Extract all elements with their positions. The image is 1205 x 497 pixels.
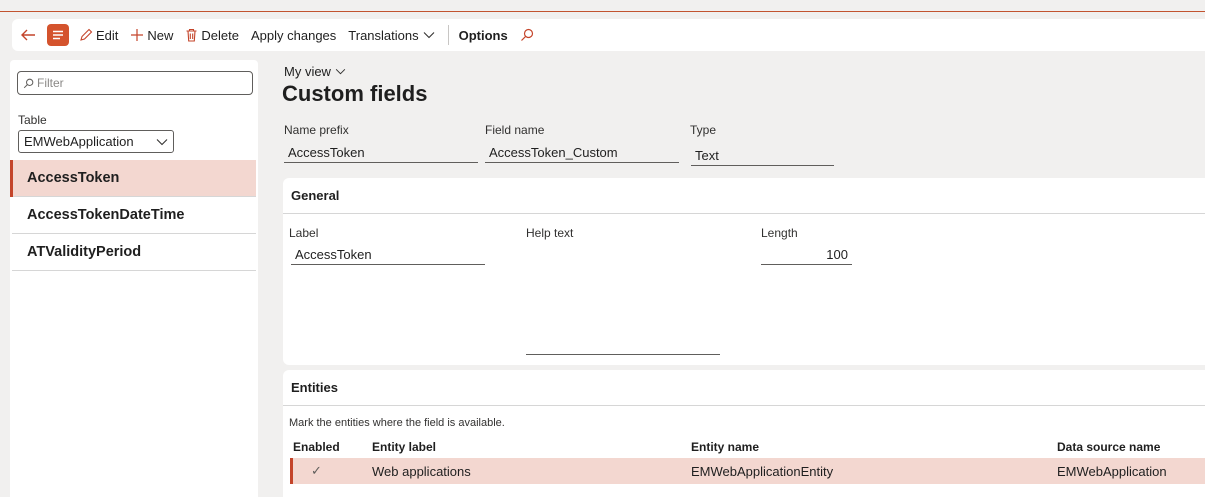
view-label: My view bbox=[284, 64, 331, 79]
filter-placeholder: Filter bbox=[37, 76, 64, 90]
column-header-entity-name[interactable]: Entity name bbox=[691, 440, 759, 454]
toolbar-separator bbox=[447, 25, 449, 45]
chevron-down-icon bbox=[156, 138, 168, 145]
entities-header[interactable]: Entities bbox=[283, 370, 1205, 406]
delete-button[interactable]: Delete bbox=[179, 19, 245, 51]
field-list: AccessToken AccessTokenDateTime ATValidi… bbox=[10, 160, 258, 271]
chevron-down-icon bbox=[335, 68, 346, 75]
enabled-checkbox[interactable]: ✓ bbox=[311, 463, 322, 479]
label-field[interactable]: AccessToken bbox=[291, 243, 485, 265]
back-arrow-icon bbox=[21, 29, 35, 41]
back-button[interactable] bbox=[12, 19, 45, 51]
page-title: Custom fields bbox=[282, 81, 428, 106]
new-label: New bbox=[147, 27, 174, 43]
name-prefix-label: Name prefix bbox=[284, 123, 349, 137]
delete-label: Delete bbox=[201, 27, 239, 43]
list-item-label: AccessToken bbox=[27, 170, 120, 186]
length-value: 100 bbox=[826, 247, 848, 262]
pencil-icon bbox=[80, 28, 93, 41]
name-prefix-value: AccessToken bbox=[288, 145, 365, 160]
filter-input[interactable]: Filter bbox=[17, 71, 253, 95]
hamburger-icon bbox=[53, 30, 63, 40]
list-item[interactable]: AccessToken bbox=[10, 160, 256, 197]
entities-instruction: Mark the entities where the field is ava… bbox=[289, 417, 505, 429]
general-header-label: General bbox=[291, 188, 340, 203]
field-name-field[interactable]: AccessToken_Custom bbox=[485, 141, 679, 163]
label-field-value: AccessToken bbox=[295, 247, 372, 262]
list-item[interactable]: ATValidityPeriod bbox=[12, 234, 256, 271]
column-header-entity-label[interactable]: Entity label bbox=[372, 440, 436, 454]
translations-menu[interactable]: Translations bbox=[342, 19, 443, 51]
help-text-label: Help text bbox=[526, 226, 574, 240]
entity-label-cell: Web applications bbox=[372, 463, 471, 479]
general-fasttab: General bbox=[283, 178, 1205, 365]
column-header-enabled[interactable]: Enabled bbox=[293, 440, 340, 454]
table-select-value: EMWebApplication bbox=[24, 134, 134, 149]
list-item[interactable]: AccessTokenDateTime bbox=[12, 197, 256, 234]
new-button[interactable]: New bbox=[124, 19, 179, 51]
options-label: Options bbox=[458, 27, 508, 43]
search-icon bbox=[520, 28, 533, 41]
column-header-data-source[interactable]: Data source name bbox=[1057, 440, 1160, 454]
trash-icon bbox=[186, 28, 197, 42]
left-navigation-pane: Filter Table EMWebApplication AccessToke… bbox=[10, 60, 258, 497]
entities-header-label: Entities bbox=[291, 380, 338, 395]
translations-label: Translations bbox=[348, 27, 419, 43]
search-icon bbox=[23, 78, 34, 88]
view-selector[interactable]: My view bbox=[284, 64, 346, 79]
action-pane: Edit New Delete Apply changes Translatio… bbox=[12, 19, 1205, 51]
length-label: Length bbox=[761, 226, 798, 240]
label-field-label: Label bbox=[289, 226, 319, 240]
search-button[interactable] bbox=[514, 19, 543, 51]
edit-label: Edit bbox=[96, 27, 119, 43]
field-name-label: Field name bbox=[485, 123, 545, 137]
apply-changes-button[interactable]: Apply changes bbox=[245, 19, 342, 51]
type-label: Type bbox=[690, 123, 717, 137]
options-tab[interactable]: Options bbox=[453, 19, 514, 51]
list-item-label: AccessTokenDateTime bbox=[27, 207, 185, 223]
general-header[interactable]: General bbox=[283, 178, 1205, 214]
top-accent-line bbox=[0, 0, 1205, 12]
menu-button[interactable] bbox=[47, 24, 69, 46]
table-row[interactable]: ✓ Web applications EMWebApplicationEntit… bbox=[290, 458, 1205, 484]
name-prefix-field[interactable]: AccessToken bbox=[284, 141, 478, 163]
data-source-cell: EMWebApplication bbox=[1057, 463, 1167, 479]
grid-header-row: Enabled Entity label Entity name Data so… bbox=[290, 434, 1205, 460]
edit-button[interactable]: Edit bbox=[73, 19, 124, 51]
length-field[interactable]: 100 bbox=[761, 243, 852, 265]
apply-changes-label: Apply changes bbox=[251, 27, 337, 43]
plus-icon bbox=[131, 29, 144, 41]
field-name-value: AccessToken_Custom bbox=[489, 145, 618, 160]
type-value: Text bbox=[695, 148, 719, 163]
chevron-down-icon bbox=[423, 32, 434, 39]
table-select[interactable]: EMWebApplication bbox=[18, 130, 174, 153]
help-text-field[interactable] bbox=[526, 335, 720, 355]
table-label: Table bbox=[18, 113, 47, 127]
list-item-label: ATValidityPeriod bbox=[27, 244, 142, 260]
type-field[interactable]: Text bbox=[691, 144, 834, 166]
entity-name-cell: EMWebApplicationEntity bbox=[691, 463, 834, 479]
